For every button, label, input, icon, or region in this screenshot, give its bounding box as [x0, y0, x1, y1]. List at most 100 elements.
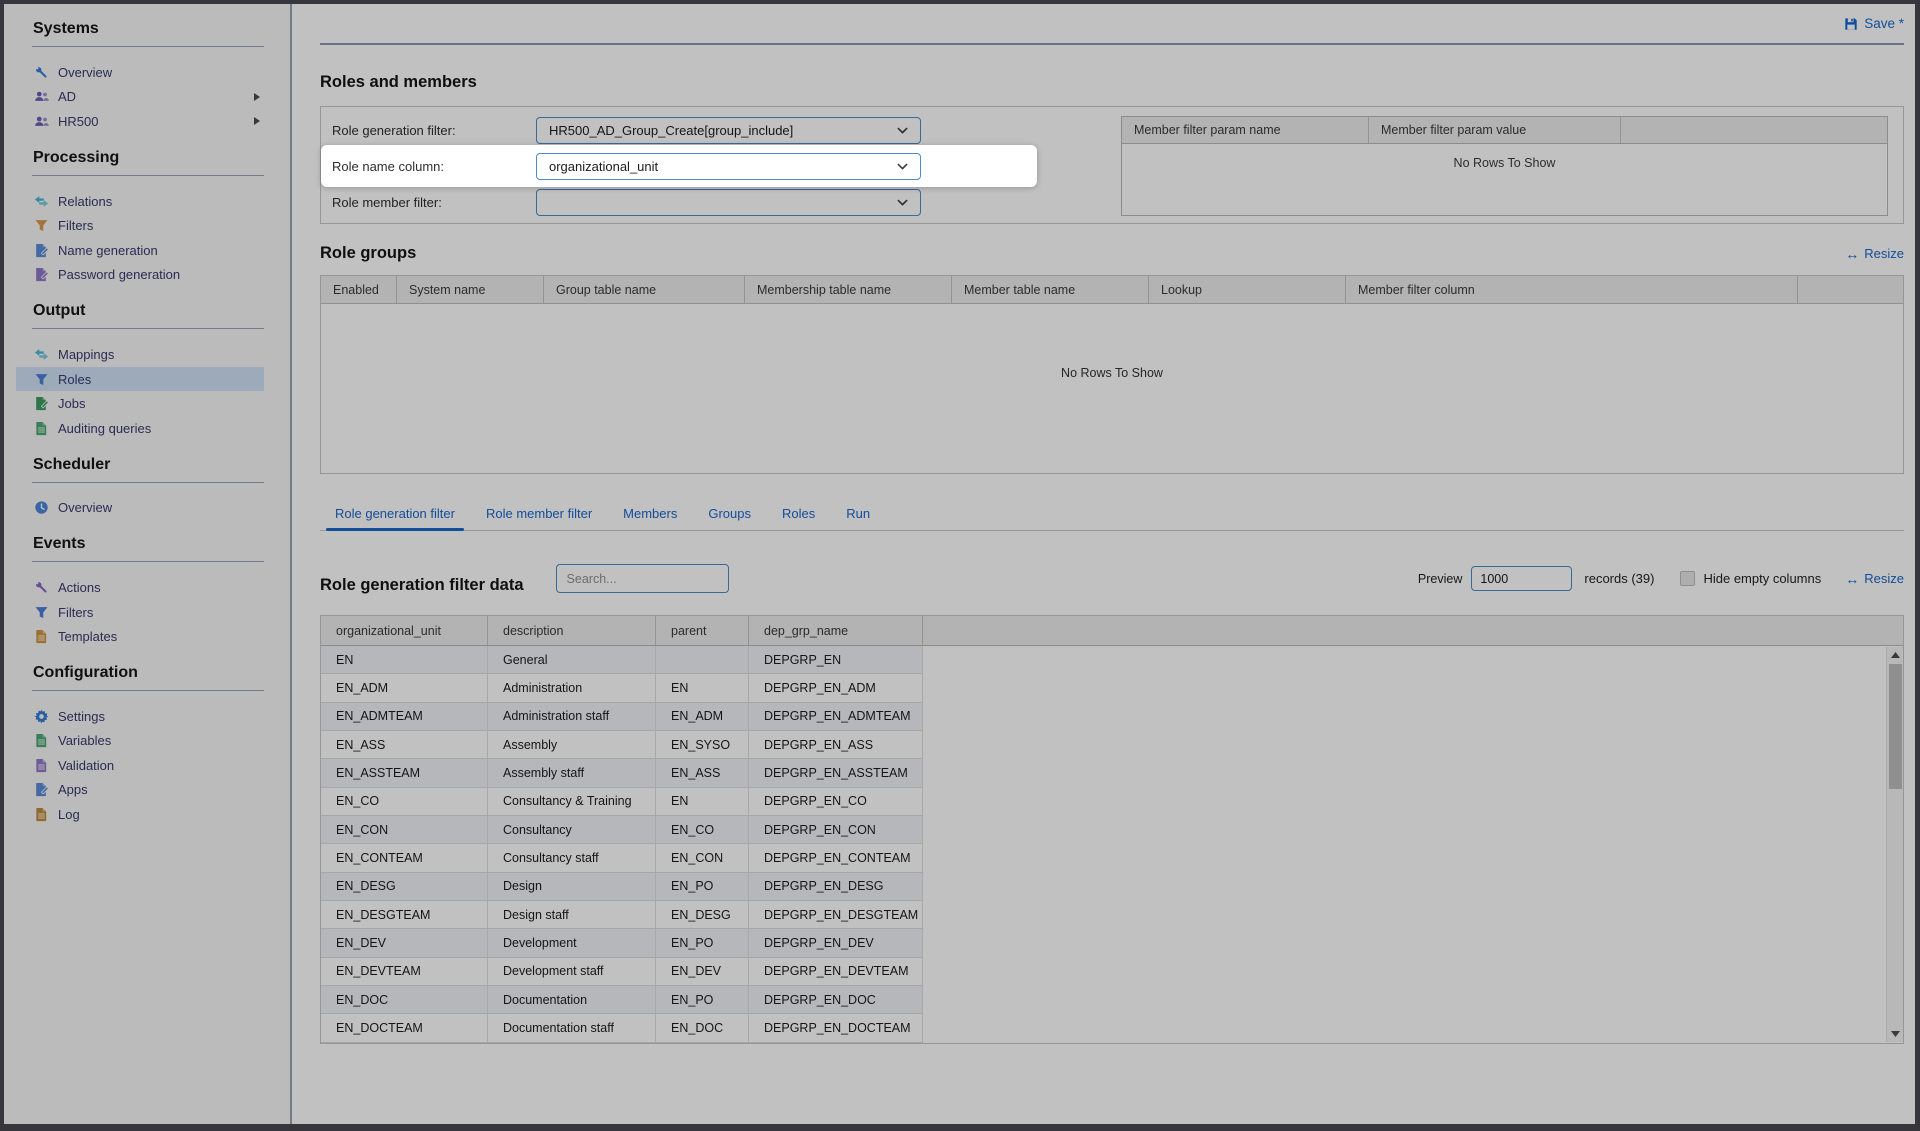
table-cell: EN_CO — [321, 788, 488, 815]
sidebar-item-label: Overview — [58, 65, 112, 80]
dropdown-value: organizational_unit — [549, 159, 658, 174]
sidebar-item-auditing-queries[interactable]: Auditing queries — [32, 416, 264, 441]
sidebar-item-variables[interactable]: Variables — [32, 729, 264, 754]
dropdown-role-generation-filter[interactable]: HR500_AD_Group_Create[group_include] — [536, 117, 921, 144]
sidebar-item-roles[interactable]: Roles — [16, 367, 264, 392]
table-row[interactable]: EN_DEVDevelopmentEN_PODEPGRP_EN_DEV — [321, 929, 923, 957]
sidebar-item-jobs[interactable]: Jobs — [32, 391, 264, 416]
table-cell: DEPGRP_EN — [749, 646, 923, 673]
search-input[interactable] — [556, 564, 729, 593]
sidebar-item-relations[interactable]: Relations — [32, 189, 264, 214]
sidebar-item-label: Mappings — [58, 347, 114, 362]
form-row-role-generation-filter: Role generation filter: HR500_AD_Group_Cr… — [321, 112, 1037, 148]
column-header-description: description — [488, 616, 656, 645]
table-cell: Documentation — [488, 986, 656, 1013]
sidebar-item-actions[interactable]: Actions — [32, 575, 264, 600]
role-groups-title: Role groups — [320, 244, 416, 263]
table-cell: Consultancy staff — [488, 844, 656, 871]
column-header-lookup: Lookup — [1149, 276, 1346, 303]
sidebar-item-filters[interactable]: Filters — [32, 600, 264, 625]
tab-members[interactable]: Members — [621, 506, 679, 530]
chevron-down-icon — [897, 127, 908, 134]
table-row[interactable]: ENGeneralDEPGRP_EN — [321, 646, 923, 674]
table-cell: EN_ADM — [321, 674, 488, 701]
table-row[interactable]: EN_DOCTEAMDocumentation staffEN_DOCDEPGR… — [321, 1014, 923, 1042]
role-groups-resize-button[interactable]: ↔ Resize — [1845, 246, 1904, 261]
table-cell: Administration — [488, 674, 656, 701]
sidebar-item-label: Password generation — [58, 267, 180, 282]
table-row[interactable]: EN_DOCDocumentationEN_PODEPGRP_EN_DOC — [321, 986, 923, 1014]
roles-members-panel: Role generation filter: HR500_AD_Group_Cr… — [320, 106, 1904, 224]
table-cell: DEPGRP_EN_ADMTEAM — [749, 703, 923, 730]
table-cell: EN_ADM — [656, 703, 749, 730]
filter-data-resize-button[interactable]: ↔ Resize — [1845, 571, 1904, 586]
hide-empty-columns-checkbox[interactable] — [1680, 571, 1695, 586]
sidebar-item-filters[interactable]: Filters — [32, 213, 264, 238]
table-cell: Documentation staff — [488, 1014, 656, 1041]
table-cell: EN — [656, 788, 749, 815]
dropdown-role-name-column[interactable]: organizational_unit — [536, 153, 921, 180]
tab-run[interactable]: Run — [844, 506, 872, 530]
sidebar-item-hr500[interactable]: HR500 — [32, 109, 264, 134]
table-cell: Design — [488, 873, 656, 900]
table-row[interactable]: EN_DEVTEAMDevelopment staffEN_DEVDEPGRP_… — [321, 958, 923, 986]
table-cell: Development staff — [488, 958, 656, 985]
expand-arrow-icon[interactable] — [254, 93, 260, 101]
chevron-down-icon — [897, 163, 908, 170]
sidebar-section-title-processing: Processing — [33, 147, 290, 169]
hide-empty-columns-label: Hide empty columns — [1703, 571, 1821, 586]
expand-arrow-icon[interactable] — [254, 117, 260, 125]
vertical-scrollbar[interactable] — [1886, 647, 1903, 1042]
table-cell: EN_ASS — [321, 731, 488, 758]
table-cell: Assembly staff — [488, 759, 656, 786]
tab-role-generation-filter[interactable]: Role generation filter — [333, 506, 457, 530]
records-count: records (39) — [1584, 571, 1654, 586]
sidebar-item-mappings[interactable]: Mappings — [32, 342, 264, 367]
member-filter-param-table: Member filter param nameMember filter pa… — [1121, 116, 1888, 216]
column-header-filler — [923, 616, 1903, 645]
sidebar-item-name-generation[interactable]: Name generation — [32, 238, 264, 263]
sidebar-item-validation[interactable]: Validation — [32, 753, 264, 778]
tab-role-member-filter[interactable]: Role member filter — [484, 506, 594, 530]
sidebar-section-title-output: Output — [33, 300, 290, 322]
dropdown-value: HR500_AD_Group_Create[group_include] — [549, 123, 793, 138]
table-cell: EN_PO — [656, 873, 749, 900]
table-row[interactable]: EN_ADMAdministrationENDEPGRP_EN_ADM — [321, 674, 923, 702]
sidebar-item-apps[interactable]: Apps — [32, 778, 264, 803]
sidebar-item-password-generation[interactable]: Password generation — [32, 263, 264, 288]
role-groups-header-row: Role groups ↔ Resize — [320, 244, 1904, 263]
sidebar-item-label: Jobs — [58, 396, 85, 411]
scrollbar-thumb[interactable] — [1889, 664, 1902, 789]
sidebar-item-overview[interactable]: Overview — [32, 496, 264, 521]
table-row[interactable]: EN_CONTEAMConsultancy staffEN_CONDEPGRP_… — [321, 844, 923, 872]
table-row[interactable]: EN_COConsultancy & TrainingENDEPGRP_EN_C… — [321, 788, 923, 816]
dropdown-role-member-filter[interactable] — [536, 189, 921, 216]
field-label: Role generation filter: — [332, 123, 536, 138]
sidebar-item-ad[interactable]: AD — [32, 85, 264, 110]
sidebar-section-title-scheduler: Scheduler — [33, 454, 290, 476]
sidebar-item-label: Name generation — [58, 243, 158, 258]
table-row[interactable]: EN_CONConsultancyEN_CODEPGRP_EN_CON — [321, 816, 923, 844]
save-button[interactable]: Save * — [1844, 16, 1904, 31]
tab-groups[interactable]: Groups — [706, 506, 753, 530]
column-header-parent: parent — [656, 616, 749, 645]
sidebar-item-log[interactable]: Log — [32, 802, 264, 827]
table-cell: DEPGRP_EN_ASSTEAM — [749, 759, 923, 786]
preview-label: Preview — [1418, 572, 1462, 586]
scroll-up-button[interactable] — [1887, 647, 1903, 663]
table-row[interactable]: EN_ASSAssemblyEN_SYSODEPGRP_EN_ASS — [321, 731, 923, 759]
table-row[interactable]: EN_ADMTEAMAdministration staffEN_ADMDEPG… — [321, 703, 923, 731]
sidebar-item-templates[interactable]: Templates — [32, 624, 264, 649]
table-row[interactable]: EN_DESGTEAMDesign staffEN_DESGDEPGRP_EN_… — [321, 901, 923, 929]
save-icon — [1844, 17, 1858, 31]
table-row[interactable]: EN_ASSTEAMAssembly staffEN_ASSDEPGRP_EN_… — [321, 759, 923, 787]
column-header-system-name: System name — [397, 276, 544, 303]
sidebar-item-settings[interactable]: Settings — [32, 704, 264, 729]
sidebar-item-overview[interactable]: Overview — [32, 60, 264, 85]
table-row[interactable]: EN_DESGDesignEN_PODEPGRP_EN_DESG — [321, 873, 923, 901]
scroll-down-button[interactable] — [1887, 1026, 1903, 1042]
table-cell: EN_CO — [656, 816, 749, 843]
tab-roles[interactable]: Roles — [780, 506, 817, 530]
table-cell: DEPGRP_EN_ADM — [749, 674, 923, 701]
preview-count-input[interactable] — [1471, 566, 1572, 591]
